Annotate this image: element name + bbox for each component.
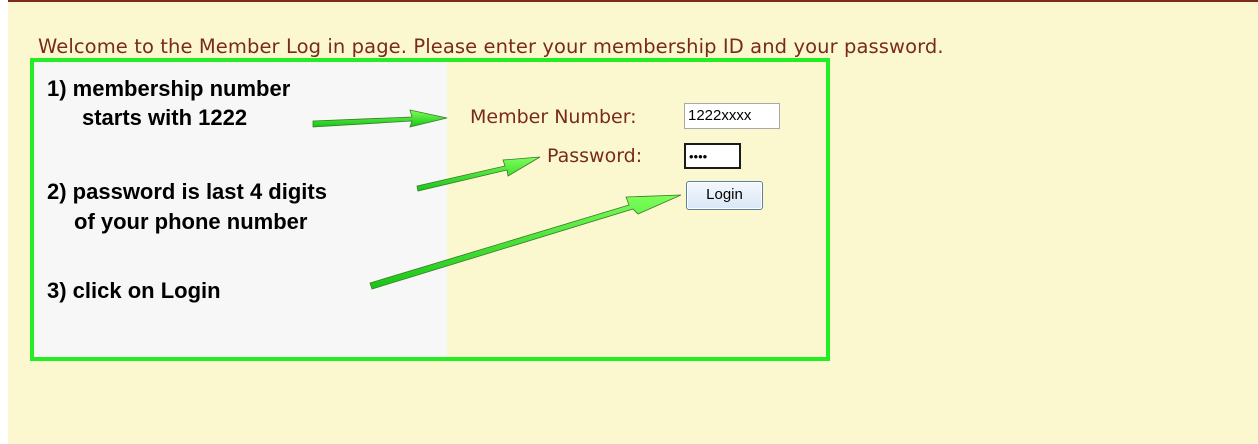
welcome-message: Welcome to the Member Log in page. Pleas… (38, 35, 944, 58)
highlight-box (30, 58, 830, 361)
